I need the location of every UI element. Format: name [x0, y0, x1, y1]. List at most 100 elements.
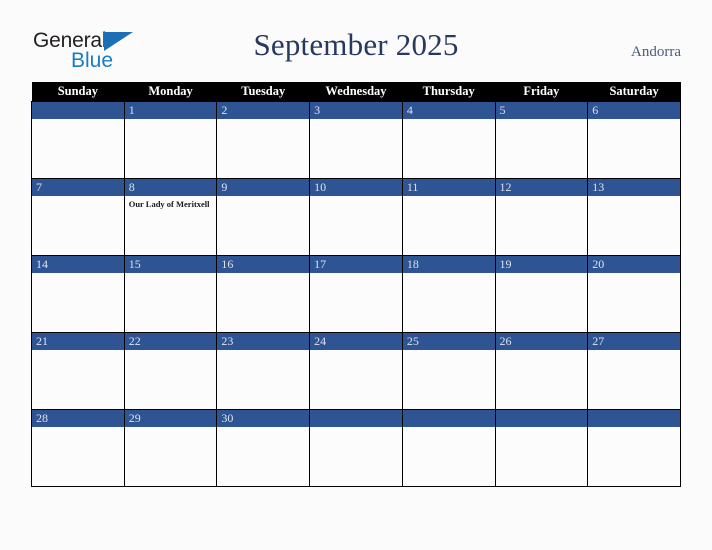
day-events [125, 350, 217, 353]
calendar-day-cell-2[interactable]: 2 [216, 101, 311, 179]
calendar-day-cell-empty [494, 409, 589, 487]
calendar-day-cell-6[interactable]: 6 [587, 101, 681, 179]
day-events [403, 350, 495, 353]
day-number: 12 [495, 179, 588, 196]
calendar-day-cell-22[interactable]: 22 [123, 332, 218, 410]
calendar-day-cell-16[interactable]: 16 [216, 255, 311, 333]
day-number: 28 [32, 410, 124, 427]
day-events [32, 350, 124, 353]
day-events [403, 119, 495, 122]
holiday-event: Our Lady of Meritxell [128, 199, 210, 209]
day-events [588, 273, 680, 276]
day-number: 2 [217, 102, 310, 119]
calendar-day-cell-20[interactable]: 20 [587, 255, 681, 333]
day-events [217, 119, 309, 122]
weekday-header-thursday: Thursday [402, 82, 496, 102]
calendar-weekday-header: Sunday Monday Tuesday Wednesday Thursday Frid… [31, 82, 681, 102]
calendar-day-cell-15[interactable]: 15 [123, 255, 218, 333]
day-number: 21 [32, 333, 124, 350]
day-number [310, 410, 402, 427]
day-events [496, 350, 588, 353]
calendar-day-cell-29[interactable]: 29 [123, 409, 218, 487]
day-number [32, 102, 124, 119]
day-events [588, 196, 680, 199]
calendar-day-cell-23[interactable]: 23 [216, 332, 311, 410]
day-events [32, 196, 124, 199]
day-events [496, 427, 588, 430]
day-events [496, 119, 588, 122]
calendar-day-cell-4[interactable]: 4 [401, 101, 496, 179]
day-number: 19 [495, 256, 588, 273]
day-number [495, 410, 588, 427]
calendar-week-row: 28 29 30 [31, 409, 681, 487]
day-number: 6 [588, 102, 680, 119]
calendar-day-cell-empty [309, 409, 403, 487]
calendar-day-cell-8[interactable]: 8 Our Lady of Meritxell [123, 178, 218, 256]
day-number: 27 [588, 333, 680, 350]
day-events [588, 350, 680, 353]
day-events [310, 196, 402, 199]
day-events [310, 273, 402, 276]
calendar-day-cell-21[interactable]: 21 [31, 332, 125, 410]
day-events [588, 119, 680, 122]
calendar-day-cell-17[interactable]: 17 [309, 255, 403, 333]
calendar-day-cell-26[interactable]: 26 [494, 332, 589, 410]
day-events [310, 350, 402, 353]
day-number: 23 [217, 333, 310, 350]
calendar-day-cell-9[interactable]: 9 [216, 178, 311, 256]
day-number: 4 [402, 102, 495, 119]
day-events [217, 427, 309, 430]
weekday-header-saturday: Saturday [587, 82, 681, 102]
day-events [217, 273, 309, 276]
day-number: 13 [588, 179, 680, 196]
calendar-day-cell-28[interactable]: 28 [31, 409, 125, 487]
country-label: Andorra [631, 44, 681, 60]
day-number: 14 [32, 256, 124, 273]
day-events [125, 119, 217, 122]
page-title: September 2025 [253, 27, 459, 62]
day-number: 24 [310, 333, 402, 350]
calendar-day-cell-27[interactable]: 27 [587, 332, 681, 410]
day-number: 18 [402, 256, 495, 273]
calendar-day-cell-19[interactable]: 19 [494, 255, 589, 333]
page-header: General Blue September 2025 Andorra [0, 0, 712, 82]
weekday-header-friday: Friday [495, 82, 588, 102]
calendar-day-cell-30[interactable]: 30 [216, 409, 311, 487]
day-number: 30 [217, 410, 310, 427]
day-number: 25 [402, 333, 495, 350]
calendar-day-cell-1[interactable]: 1 [123, 101, 218, 179]
day-events [403, 196, 495, 199]
day-events [217, 350, 309, 353]
day-events [496, 273, 588, 276]
calendar-week-row: 123456 [31, 101, 681, 179]
day-events [403, 427, 495, 430]
day-events: Our Lady of Meritxell [125, 196, 217, 210]
day-number: 1 [124, 102, 217, 119]
weekday-header-wednesday: Wednesday [309, 82, 403, 102]
calendar-day-cell-13[interactable]: 13 [587, 178, 681, 256]
weekday-header-row: Sunday Monday Tuesday Wednesday Thursday Frid… [31, 82, 681, 102]
day-number: 16 [217, 256, 310, 273]
day-events [310, 427, 402, 430]
calendar-day-cell-14[interactable]: 14 [31, 255, 125, 333]
calendar-body: 1 2 3 4 5 6 7 8 Our Lady of Meritxell 9 10 11 12 13 14… [31, 101, 681, 487]
day-number: 5 [495, 102, 588, 119]
calendar-day-cell-3[interactable]: 3 [309, 101, 403, 179]
calendar-day-cell-10[interactable]: 10 [309, 178, 403, 256]
calendar-day-cell-12[interactable]: 12 [494, 178, 589, 256]
calendar-day-cell-5[interactable]: 5 [494, 101, 589, 179]
day-number: 10 [310, 179, 402, 196]
calendar-day-cell-24[interactable]: 24 [309, 332, 403, 410]
calendar-day-cell-25[interactable]: 25 [401, 332, 496, 410]
day-number [402, 410, 495, 427]
day-events [32, 119, 124, 122]
day-number: 8 [124, 179, 217, 196]
calendar-week-row: 7 8 Our Lady of Meritxell 9 10 11 12 13 [31, 178, 681, 256]
day-events [403, 273, 495, 276]
weekday-header-sunday: Sunday [31, 82, 125, 102]
calendar-day-cell-18[interactable]: 18 [401, 255, 496, 333]
calendar-day-cell-11[interactable]: 11 [401, 178, 496, 256]
day-events [32, 427, 124, 430]
calendar-day-cell-7[interactable]: 7 [31, 178, 125, 256]
day-events [125, 427, 217, 430]
